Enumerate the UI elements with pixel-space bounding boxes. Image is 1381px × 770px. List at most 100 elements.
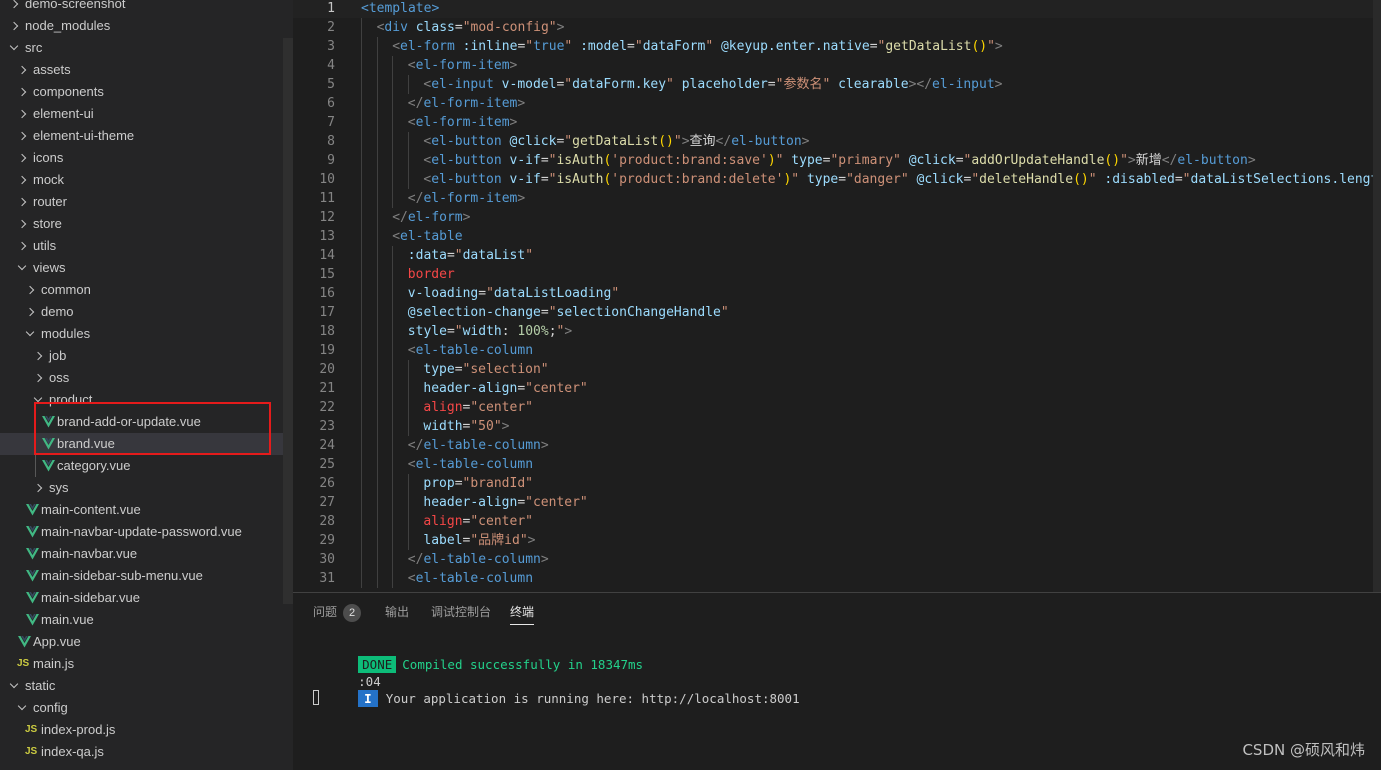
folder-modules[interactable]: modules — [0, 323, 293, 345]
file-main-content-vue[interactable]: main-content.vue — [0, 499, 293, 521]
file-index-prod-js[interactable]: JS index-prod.js — [0, 719, 293, 741]
indent-guide — [361, 151, 362, 170]
tab-terminal[interactable]: 终端 — [510, 603, 535, 625]
code-line[interactable]: 9 <el-button v-if="isAuth('product:brand:… — [293, 151, 1381, 170]
code-line[interactable]: 14:data="dataList" — [293, 246, 1381, 265]
code-line[interactable]: 17 @selection-change="selectionChangeHand… — [293, 303, 1381, 322]
folder-element-ui-theme[interactable]: element-ui-theme — [0, 125, 293, 147]
line-number: 30 — [319, 552, 335, 567]
code-token: el-table-column — [423, 438, 541, 453]
code-token: v-model — [501, 77, 557, 92]
code-line[interactable]: 4 <el-form-item> — [293, 56, 1381, 75]
indent-guide — [392, 512, 394, 531]
code-line[interactable]: 27 header-align="center" — [293, 493, 1381, 512]
code-token: " — [564, 134, 573, 149]
folder-node-modules[interactable]: node_modules — [0, 15, 293, 37]
code-line[interactable]: 29 label="品牌id"> — [293, 531, 1381, 550]
code-token: el-form-item — [423, 96, 518, 111]
file-category-vue[interactable]: category.vue — [0, 455, 293, 477]
folder-static[interactable]: static — [0, 675, 293, 697]
folder-router[interactable]: router — [0, 191, 293, 213]
code-line[interactable]: 21 header-align="center" — [293, 379, 1381, 398]
code-line[interactable]: 23 width="50"> — [293, 417, 1381, 436]
code-token: < — [392, 39, 401, 54]
file-main-vue[interactable]: main.vue — [0, 609, 293, 631]
folder-utils[interactable]: utils — [0, 235, 293, 257]
folder-components[interactable]: components — [0, 81, 293, 103]
code-line[interactable]: 28 align="center" — [293, 512, 1381, 531]
sidebar-scrollbar[interactable] — [283, 38, 293, 604]
code-token: > — [509, 115, 518, 130]
code-editor[interactable]: 1 <template> 2 <div class="mod-config"> 3 <el… — [293, 0, 1381, 592]
chevron-down-icon — [9, 37, 21, 59]
code-line[interactable]: 31 <el-table-column — [293, 569, 1381, 588]
code-line[interactable]: 10 <el-button v-if="isAuth('product:brand… — [293, 170, 1381, 189]
file-index-qa-js[interactable]: JS index-qa.js — [0, 741, 293, 763]
folder-icons[interactable]: icons — [0, 147, 293, 169]
code-token: " — [673, 134, 682, 149]
code-line[interactable]: 2 <div class="mod-config"> — [293, 18, 1381, 37]
folder-config[interactable]: config — [0, 697, 293, 719]
chevron-right-icon — [17, 147, 29, 169]
folder-common[interactable]: common — [0, 279, 293, 301]
code-line[interactable]: 3 <el-form :inline="true" :model="dataFor… — [293, 37, 1381, 56]
tab-problems[interactable]: 问题 2 — [313, 603, 362, 625]
line-number: 28 — [319, 514, 335, 529]
folder-demo[interactable]: demo — [0, 301, 293, 323]
folder-src[interactable]: src — [0, 37, 293, 59]
code-line[interactable]: 24 </el-table-column> — [293, 436, 1381, 455]
code-token: getDataList — [572, 134, 659, 149]
file-main-navbar-vue[interactable]: main-navbar.vue — [0, 543, 293, 565]
vue-file-icon — [26, 592, 39, 604]
file-main-sidebar-sub-menu-vue[interactable]: main-sidebar-sub-menu.vue — [0, 565, 293, 587]
file-main-navbar-update-password-vue[interactable]: main-navbar-update-password.vue — [0, 521, 293, 543]
tab-output[interactable]: 输出 — [385, 603, 409, 625]
folder-mock[interactable]: mock — [0, 169, 293, 191]
editor-scrollbar[interactable] — [1373, 0, 1381, 592]
code-line[interactable]: 6 </el-form-item> — [293, 94, 1381, 113]
code-token: " — [548, 305, 557, 320]
code-text: header-align="center" — [423, 493, 587, 512]
file-app-vue[interactable]: App.vue — [0, 631, 293, 653]
code-line[interactable]: 5 <el-input v-model="dataForm.key" placeh… — [293, 75, 1381, 94]
code-line[interactable]: 1 <template> — [293, 0, 1381, 18]
folder-job[interactable]: job — [0, 345, 293, 367]
code-line[interactable]: 11 </el-form-item> — [293, 189, 1381, 208]
folder-element-ui[interactable]: element-ui — [0, 103, 293, 125]
code-token: el-button — [431, 134, 502, 149]
tab-debug-console[interactable]: 调试控制台 — [431, 603, 491, 625]
file-main-js[interactable]: JS main.js — [0, 653, 293, 675]
code-line[interactable]: 18 style="width: 100%;"> — [293, 322, 1381, 341]
folder-demo-screenshot[interactable]: demo-screenshot — [0, 0, 293, 15]
code-line[interactable]: 12 </el-form> — [293, 208, 1381, 227]
code-line[interactable]: 7 <el-form-item> — [293, 113, 1381, 132]
code-line[interactable]: 8 <el-button @click="getDataList()">查询</e… — [293, 132, 1381, 151]
code-token: " — [611, 286, 620, 301]
code-token: " — [564, 77, 573, 92]
code-token: el-input — [932, 77, 995, 92]
tree-item-label: element-ui-theme — [33, 128, 135, 143]
code-line[interactable]: 30 </el-table-column> — [293, 550, 1381, 569]
code-line[interactable]: 15 border — [293, 265, 1381, 284]
code-line[interactable]: 26 prop="brandId" — [293, 474, 1381, 493]
code-line[interactable]: 20 type="selection" — [293, 360, 1381, 379]
folder-oss[interactable]: oss — [0, 367, 293, 389]
code-token: < — [407, 457, 416, 472]
code-line[interactable]: 16 v-loading="dataListLoading" — [293, 284, 1381, 303]
indent-guide — [376, 132, 378, 151]
folder-sys[interactable]: sys — [0, 477, 293, 499]
code-line[interactable]: 25 <el-table-column — [293, 455, 1381, 474]
folder-store[interactable]: store — [0, 213, 293, 235]
folder-assets[interactable]: assets — [0, 59, 293, 81]
indent-guide — [361, 360, 362, 379]
line-number: 16 — [319, 286, 335, 301]
code-line[interactable]: 19 <el-table-column — [293, 341, 1381, 360]
problems-count-badge: 2 — [343, 604, 362, 622]
code-token: = — [838, 172, 847, 187]
code-token: = — [540, 172, 549, 187]
code-line[interactable]: 13 <el-table — [293, 227, 1381, 246]
file-main-sidebar-vue[interactable]: main-sidebar.vue — [0, 587, 293, 609]
code-line[interactable]: 22 align="center" — [293, 398, 1381, 417]
folder-views[interactable]: views — [0, 257, 293, 279]
